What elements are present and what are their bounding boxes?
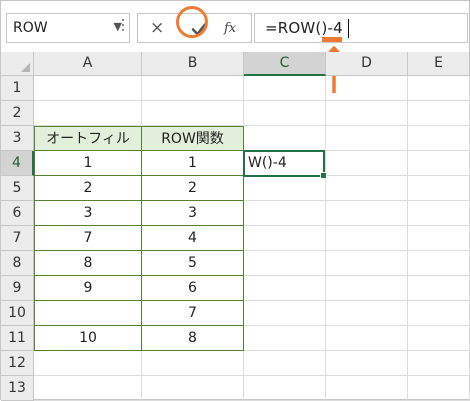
cell-a5[interactable]: 2 bbox=[34, 176, 142, 201]
cell-b2[interactable] bbox=[142, 101, 244, 126]
cell-c13[interactable] bbox=[244, 376, 326, 401]
cell-a3[interactable]: オートフィル bbox=[34, 126, 142, 151]
cell-c8[interactable] bbox=[244, 251, 326, 276]
cell-c11[interactable] bbox=[244, 326, 326, 351]
cell-e12[interactable] bbox=[408, 351, 470, 376]
cell-d13[interactable] bbox=[326, 376, 408, 401]
cell-e3[interactable] bbox=[408, 126, 470, 151]
cell-c6[interactable] bbox=[244, 201, 326, 226]
cell-c7[interactable] bbox=[244, 226, 326, 251]
fill-handle[interactable] bbox=[320, 172, 327, 179]
name-box-value: ROW bbox=[13, 20, 48, 36]
cell-b5[interactable]: 2 bbox=[142, 176, 244, 201]
cell-a10[interactable] bbox=[34, 301, 142, 326]
cell-b6[interactable]: 3 bbox=[142, 201, 244, 226]
column-header-c[interactable]: C bbox=[244, 52, 326, 76]
cell-d7[interactable] bbox=[326, 226, 408, 251]
cell-d8[interactable] bbox=[326, 251, 408, 276]
row-header-10[interactable]: 10 bbox=[1, 301, 34, 326]
cell-b11[interactable]: 8 bbox=[142, 326, 244, 351]
cell-e13[interactable] bbox=[408, 376, 470, 401]
cell-d12[interactable] bbox=[326, 351, 408, 376]
row-header-12[interactable]: 12 bbox=[1, 351, 34, 376]
cell-e5[interactable] bbox=[408, 176, 470, 201]
cell-c12[interactable] bbox=[244, 351, 326, 376]
cell-c1[interactable] bbox=[244, 76, 326, 101]
chevron-down-icon[interactable]: ▼ bbox=[114, 20, 122, 33]
cell-d6[interactable] bbox=[326, 201, 408, 226]
cell-c9[interactable] bbox=[244, 276, 326, 301]
insert-function-icon[interactable]: fx bbox=[224, 21, 236, 36]
column-header-a[interactable]: A bbox=[34, 52, 142, 76]
cell-e8[interactable] bbox=[408, 251, 470, 276]
row-header-2[interactable]: 2 bbox=[1, 101, 34, 126]
cell-d5[interactable] bbox=[326, 176, 408, 201]
row-header-7[interactable]: 7 bbox=[1, 226, 34, 251]
cell-a8[interactable]: 8 bbox=[34, 251, 142, 276]
row-header-6[interactable]: 6 bbox=[1, 201, 34, 226]
cell-b7[interactable]: 4 bbox=[142, 226, 244, 251]
formula-input[interactable]: =ROW()-4 bbox=[254, 13, 468, 43]
row-header-8[interactable]: 8 bbox=[1, 251, 34, 276]
row-header-11[interactable]: 11 bbox=[1, 326, 34, 351]
cancel-icon[interactable]: × bbox=[150, 18, 164, 38]
cell-e2[interactable] bbox=[408, 101, 470, 126]
formula-text: =ROW()-4 bbox=[265, 19, 343, 37]
cell-b13[interactable] bbox=[142, 376, 244, 401]
drag-handle-icon[interactable] bbox=[122, 19, 125, 39]
row-header-5[interactable]: 5 bbox=[1, 176, 34, 201]
cell-b3[interactable]: ROW関数 bbox=[142, 126, 244, 151]
formula-bar: ROW ▼ × fx =ROW()-4 bbox=[1, 1, 469, 52]
cell-a9[interactable]: 9 bbox=[34, 276, 142, 301]
cell-a11[interactable]: 10 bbox=[34, 326, 142, 351]
cell-e4[interactable] bbox=[408, 151, 470, 176]
cell-d3[interactable] bbox=[326, 126, 408, 151]
active-cell-border bbox=[243, 150, 327, 179]
cell-d2[interactable] bbox=[326, 101, 408, 126]
cell-b4[interactable]: 1 bbox=[142, 151, 244, 176]
cell-e1[interactable] bbox=[408, 76, 470, 101]
cell-c5[interactable] bbox=[244, 176, 326, 201]
cell-b10[interactable]: 7 bbox=[142, 301, 244, 326]
cell-a13[interactable] bbox=[34, 376, 142, 401]
cell-b9[interactable]: 6 bbox=[142, 276, 244, 301]
cell-d10[interactable] bbox=[326, 301, 408, 326]
cell-a4[interactable]: 1 bbox=[34, 151, 142, 176]
cell-d1[interactable] bbox=[326, 76, 408, 101]
column-header-b[interactable]: B bbox=[142, 52, 244, 76]
cell-e11[interactable] bbox=[408, 326, 470, 351]
column-header-d[interactable]: D bbox=[326, 52, 408, 76]
row-header-4[interactable]: 4 bbox=[1, 151, 34, 176]
cell-e9[interactable] bbox=[408, 276, 470, 301]
row-header-9[interactable]: 9 bbox=[1, 276, 34, 301]
cell-d4[interactable] bbox=[326, 151, 408, 176]
row-header-1[interactable]: 1 bbox=[1, 76, 34, 101]
cell-b12[interactable] bbox=[142, 351, 244, 376]
cell-b8[interactable]: 5 bbox=[142, 251, 244, 276]
cell-a2[interactable] bbox=[34, 101, 142, 126]
column-header-e[interactable]: E bbox=[408, 52, 470, 76]
highlight-underline bbox=[322, 37, 342, 42]
cell-d9[interactable] bbox=[326, 276, 408, 301]
cell-a1[interactable] bbox=[34, 76, 142, 101]
confirm-highlight-circle bbox=[176, 6, 208, 38]
cell-c10[interactable] bbox=[244, 301, 326, 326]
cell-a12[interactable] bbox=[34, 351, 142, 376]
cell-c3[interactable] bbox=[244, 126, 326, 151]
name-box[interactable]: ROW ▼ bbox=[6, 13, 130, 43]
row-header-3[interactable]: 3 bbox=[1, 126, 34, 151]
cell-c2[interactable] bbox=[244, 101, 326, 126]
text-caret bbox=[348, 19, 349, 38]
cell-b1[interactable] bbox=[142, 76, 244, 101]
cell-e6[interactable] bbox=[408, 201, 470, 226]
row-header-13[interactable]: 13 bbox=[1, 376, 34, 401]
select-all-corner[interactable] bbox=[1, 52, 34, 76]
cell-e10[interactable] bbox=[408, 301, 470, 326]
cell-e7[interactable] bbox=[408, 226, 470, 251]
cell-a6[interactable]: 3 bbox=[34, 201, 142, 226]
cell-a7[interactable]: 7 bbox=[34, 226, 142, 251]
cell-d11[interactable] bbox=[326, 326, 408, 351]
